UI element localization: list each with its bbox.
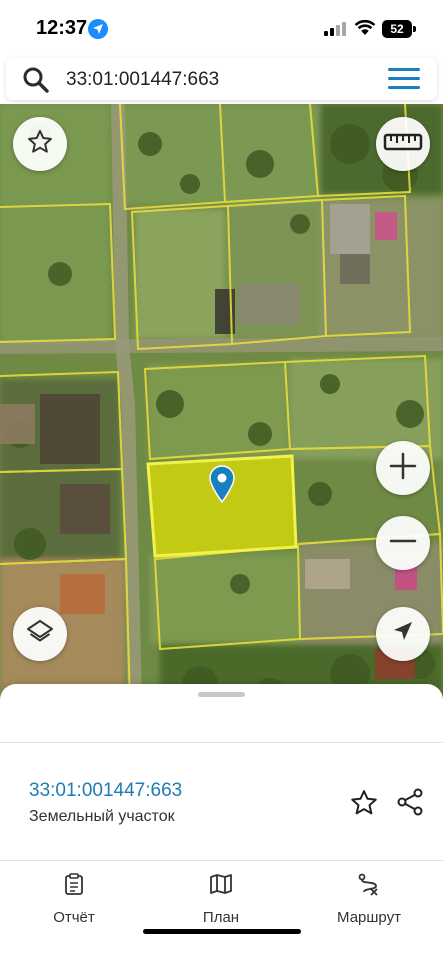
tab-route[interactable]: Маршрут	[299, 872, 439, 926]
tab-plan[interactable]: План	[151, 872, 291, 926]
ruler-icon	[383, 131, 423, 158]
hamburger-menu-icon[interactable]	[388, 68, 420, 90]
battery-indicator: 52	[382, 20, 412, 38]
route-icon	[299, 872, 439, 901]
navigation-arrow-icon	[390, 619, 416, 650]
share-icon[interactable]	[395, 787, 425, 822]
wifi-icon	[354, 19, 376, 41]
search-bar[interactable]: 33:01:001447:663	[6, 58, 437, 100]
location-arrow-icon	[88, 19, 108, 39]
clipboard-icon	[4, 872, 144, 901]
zoom-in-button[interactable]	[376, 441, 430, 495]
search-icon[interactable]	[22, 66, 50, 99]
divider	[0, 742, 443, 743]
parcel-type-label: Земельный участок	[29, 808, 175, 825]
minus-icon	[388, 526, 418, 561]
favorite-map-button[interactable]	[13, 117, 67, 171]
star-icon	[26, 128, 54, 161]
map-view[interactable]	[0, 104, 443, 704]
star-icon[interactable]	[349, 788, 379, 823]
tab-report[interactable]: Отчёт	[4, 872, 144, 926]
tab-label: Маршрут	[337, 909, 401, 926]
parcel-info-sheet[interactable]: 33:01:001447:663 Земельный участок Отчёт	[0, 684, 443, 960]
cellular-signal-icon	[324, 22, 346, 36]
home-indicator[interactable]	[143, 929, 301, 934]
tab-label: Отчёт	[53, 909, 95, 926]
satellite-map[interactable]	[0, 104, 443, 704]
search-input[interactable]: 33:01:001447:663	[66, 69, 219, 91]
map-icon	[151, 872, 291, 901]
tab-label: План	[202, 909, 240, 926]
sheet-drag-handle[interactable]	[198, 692, 245, 697]
layers-icon	[25, 617, 55, 652]
status-bar: 12:37 52	[0, 0, 443, 58]
locate-me-button[interactable]	[376, 607, 430, 661]
parcel-cadastral-number[interactable]: 33:01:001447:663	[29, 780, 182, 802]
status-time: 12:37	[36, 17, 88, 39]
plus-icon	[388, 451, 418, 486]
layers-button[interactable]	[13, 607, 67, 661]
divider	[0, 860, 443, 861]
ruler-button[interactable]	[376, 117, 430, 171]
battery-tip	[413, 26, 416, 32]
zoom-out-button[interactable]	[376, 516, 430, 570]
